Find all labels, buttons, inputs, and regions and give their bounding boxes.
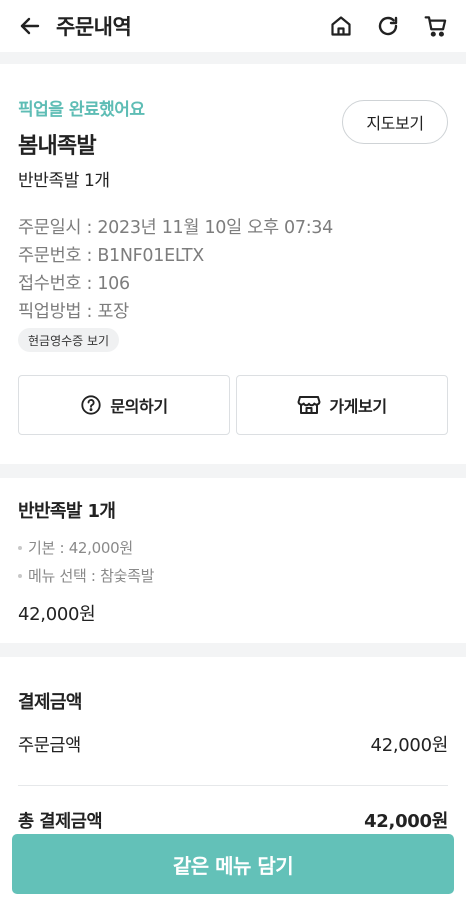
order-status: 픽업을 완료했어요 xyxy=(18,100,145,120)
pickup-method: 픽업방법 : 포장 xyxy=(18,302,129,322)
bullet-icon xyxy=(18,545,22,550)
menu-price: 42,000원 xyxy=(18,604,96,625)
refresh-button[interactable] xyxy=(372,10,404,42)
back-button[interactable] xyxy=(14,10,46,42)
store-icon xyxy=(297,396,321,414)
question-circle-icon xyxy=(81,395,101,415)
divider xyxy=(18,785,448,786)
bullet-icon xyxy=(18,573,22,578)
order-amount-label: 주문금액 xyxy=(18,736,81,756)
payment-title: 결제금액 xyxy=(18,692,82,713)
inquiry-button[interactable]: 문의하기 xyxy=(18,375,230,435)
page-title: 주문내역 xyxy=(56,15,132,39)
section-gap xyxy=(0,52,466,64)
arrow-left-icon xyxy=(20,17,40,35)
order-summary: 반반족발 1개 xyxy=(18,171,110,191)
reception-number: 접수번호 : 106 xyxy=(18,274,130,294)
menu-option: 기본 : 42,000원 xyxy=(18,537,133,558)
map-button[interactable]: 지도보기 xyxy=(342,100,448,144)
store-view-button-label: 가게보기 xyxy=(329,397,387,416)
total-amount-value: 42,000원 xyxy=(364,811,448,832)
cart-icon xyxy=(424,16,447,37)
total-amount-label: 총 결제금액 xyxy=(18,812,103,832)
home-button[interactable] xyxy=(325,10,357,42)
store-view-button[interactable]: 가게보기 xyxy=(236,375,448,435)
cart-button[interactable] xyxy=(420,10,452,42)
menu-option-text: 메뉴 선택 : 참숯족발 xyxy=(28,567,155,585)
add-same-menu-button[interactable]: 같은 메뉴 담기 xyxy=(12,834,454,894)
app-header: 주문내역 xyxy=(0,0,466,52)
home-icon xyxy=(331,16,351,36)
order-amount-value: 42,000원 xyxy=(370,735,449,756)
refresh-icon xyxy=(378,16,398,36)
section-gap xyxy=(0,464,466,478)
section-gap xyxy=(0,643,466,657)
menu-option-text: 기본 : 42,000원 xyxy=(28,539,133,557)
inquiry-button-label: 문의하기 xyxy=(110,397,168,416)
order-number: 주문번호 : B1NF01ELTX xyxy=(18,246,204,266)
store-name: 봄내족발 xyxy=(18,134,97,159)
order-datetime: 주문일시 : 2023년 11월 10일 오후 07:34 xyxy=(18,218,333,238)
menu-option: 메뉴 선택 : 참숯족발 xyxy=(18,565,154,586)
menu-title: 반반족발 1개 xyxy=(18,501,116,522)
cash-receipt-chip[interactable]: 현금영수증 보기 xyxy=(18,328,120,352)
